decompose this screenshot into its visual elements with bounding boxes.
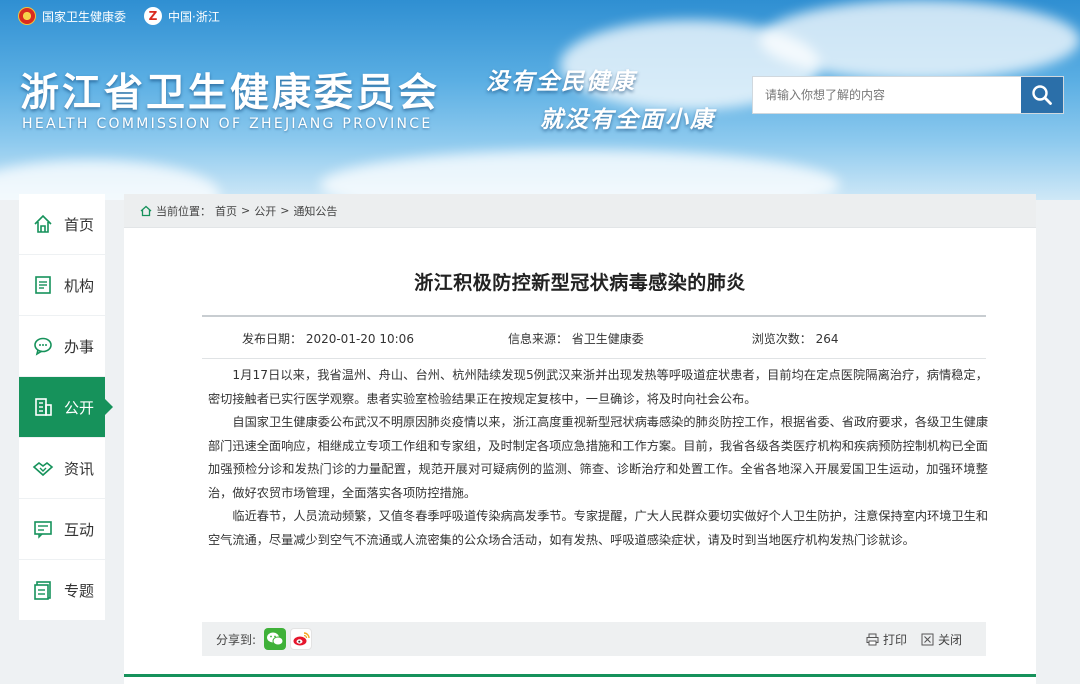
sidebar-item-label: 专题 [64, 581, 95, 600]
publish-date: 发布日期： 2020-01-20 10:06 [242, 331, 414, 346]
print-label: 打印 [882, 632, 907, 647]
sidebar-item-home[interactable]: 首页 [19, 194, 105, 254]
sidebar-item-news[interactable]: 资讯 [19, 438, 105, 498]
sidebar-item-label: 互动 [64, 520, 95, 539]
zhejiang-label: 中国·浙江 [168, 9, 220, 24]
wechat-share-icon[interactable] [264, 628, 287, 650]
site-subtitle: HEALTH COMMISSION OF ZHEJIANG PROVINCE [22, 116, 433, 132]
folder-icon [32, 579, 54, 601]
home-icon [32, 213, 54, 235]
site-header: 国家卫生健康委 Z 中国·浙江 浙江省卫生健康委员会 HEALTH COMMIS… [0, 0, 1080, 200]
document-icon [32, 274, 54, 296]
breadcrumb-home[interactable]: 首页 [215, 203, 237, 219]
search-icon [1032, 85, 1052, 105]
print-icon [866, 633, 879, 645]
share-label: 分享到: [216, 632, 257, 647]
article-panel: 当前位置： 首页 > 公开 > 通知公告 浙江积极防控新型冠状病毒感染的肺炎 发… [124, 194, 1036, 684]
breadcrumb-prefix: 当前位置： [156, 204, 211, 218]
header-cloud [320, 150, 840, 200]
info-source: 信息来源： 省卫生健康委 [507, 331, 644, 346]
footer-divider [124, 674, 1036, 677]
print-button[interactable]: 打印 [866, 631, 907, 648]
article-meta: 发布日期： 2020-01-20 10:06 信息来源： 省卫生健康委 浏览次数… [202, 315, 986, 346]
zhejiang-link[interactable]: Z 中国·浙江 [144, 7, 220, 25]
home-small-icon [140, 205, 152, 216]
gov-health-link[interactable]: 国家卫生健康委 [18, 7, 126, 25]
sidebar-nav: 首页 机构 办事 公开 资讯 互动 专题 [19, 194, 113, 620]
zhejiang-logo-icon: Z [144, 7, 163, 25]
close-icon [921, 633, 934, 645]
building-icon [32, 396, 54, 418]
breadcrumb-notices[interactable]: 通知公告 [293, 203, 337, 219]
sidebar-item-institutions[interactable]: 机构 [19, 255, 105, 315]
article-paragraph: 自国家卫生健康委公布武汉不明原因肺炎疫情以来，浙江高度重视新型冠状病毒感染的肺炎… [208, 415, 989, 500]
close-button[interactable]: 关闭 [921, 631, 962, 648]
search-button[interactable] [1021, 77, 1063, 113]
meta-divider [202, 358, 986, 359]
breadcrumb-separator: > [280, 204, 290, 217]
breadcrumb-public[interactable]: 公开 [254, 203, 276, 219]
sidebar-item-label: 办事 [64, 337, 95, 356]
search-input[interactable] [753, 77, 1021, 113]
chat-icon [32, 335, 54, 357]
slogan-line-2: 就没有全面小康 [540, 106, 715, 133]
slogan-line-1: 没有全民健康 [486, 68, 636, 95]
search-box [752, 76, 1064, 114]
sidebar-item-topics[interactable]: 专题 [19, 560, 105, 620]
sidebar-item-interaction[interactable]: 互动 [19, 499, 105, 559]
handshake-icon [32, 457, 54, 479]
article-paragraph: 1月17日以来，我省温州、舟山、台州、杭州陆续发现5例武汉来浙并出现发热等呼吸道… [208, 368, 988, 406]
breadcrumb-separator: > [241, 204, 251, 217]
share-bar: 分享到: 打印 关闭 [202, 622, 986, 656]
sidebar-item-public[interactable]: 公开 [19, 377, 113, 437]
close-label: 关闭 [937, 632, 962, 647]
sidebar-item-label: 公开 [64, 398, 95, 417]
share-actions: 打印 关闭 [866, 631, 986, 648]
sidebar-item-services[interactable]: 办事 [19, 316, 105, 376]
sidebar-item-label: 资讯 [64, 459, 95, 478]
breadcrumb: 当前位置： 首页 > 公开 > 通知公告 [124, 194, 1036, 228]
article-title: 浙江积极防控新型冠状病毒感染的肺炎 [414, 272, 746, 294]
view-count: 浏览次数： 264 [751, 331, 839, 346]
message-icon [32, 518, 54, 540]
weibo-share-icon[interactable] [290, 628, 313, 650]
top-links-bar: 国家卫生健康委 Z 中国·浙江 [0, 0, 1080, 32]
sidebar-item-label: 首页 [64, 215, 95, 234]
article-paragraph: 临近春节，人员流动频繁，又值冬春季呼吸道传染病高发季节。专家提醒，广大人民群众要… [208, 509, 989, 547]
national-emblem-icon [18, 7, 36, 25]
gov-health-label: 国家卫生健康委 [42, 9, 127, 24]
sidebar-item-label: 机构 [64, 276, 95, 295]
site-title: 浙江省卫生健康委员会 [20, 70, 441, 116]
article-body: 1月17日以来，我省温州、舟山、台州、杭州陆续发现5例武汉来浙并出现发热等呼吸道… [208, 364, 988, 552]
